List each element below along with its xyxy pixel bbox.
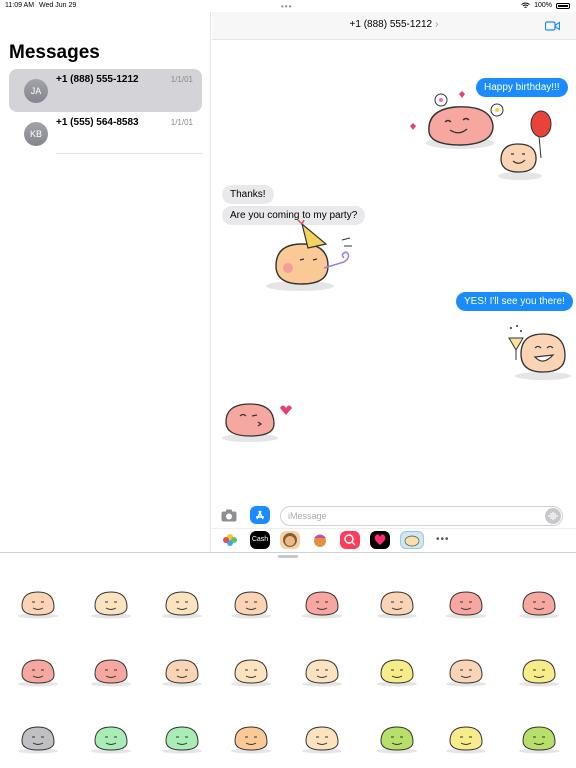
angel-sticker[interactable] [297,580,347,620]
tray-grabber-handle[interactable] [278,555,298,558]
idea-sticker[interactable] [297,715,347,755]
conversation-date: 1/1/01 [170,118,193,127]
question-sticker[interactable] [372,715,422,755]
wifi-icon [521,2,530,8]
conversation-item[interactable]: KB +1 (555) 564-8583 1/1/01 [9,112,202,155]
search-images-app-icon[interactable] [340,531,360,549]
sleeping-sticker[interactable] [13,715,63,755]
star-struck-sticker[interactable] [157,715,207,755]
memoji-app-icon[interactable] [280,531,300,549]
smiling-sticker[interactable] [157,580,207,620]
party-hat-sticker[interactable] [226,715,276,755]
audio-record-button[interactable] [545,508,561,524]
avatar: KB [24,122,48,146]
sick-green-sticker[interactable] [514,715,564,755]
content-sticker[interactable] [86,580,136,620]
yellow-smirk-sticker[interactable] [372,648,422,688]
status-date: Wed Jun 29 [39,2,77,9]
sidebar-title: Messages [9,42,100,63]
shocked-sticker[interactable] [297,648,347,688]
message-bubble[interactable]: YES! I'll see you there! [456,292,573,311]
apple-cash-app-icon[interactable]: Cash [250,531,270,549]
more-apps-button[interactable]: ••• [436,534,450,545]
app-store-button[interactable] [250,506,270,524]
sleepy-sticker[interactable] [226,580,276,620]
status-time: 11:09 AM [5,2,35,9]
app-store-icon [256,510,264,520]
wide-eyes-sticker[interactable] [441,648,491,688]
conversation-item[interactable]: JA +1 (888) 555-1212 1/1/01 [9,69,202,112]
message-bubble[interactable]: Thanks! [222,185,274,204]
love-hearts-sticker[interactable] [372,580,422,620]
avatar: JA [24,79,48,103]
conversation-name: +1 (555) 564-8583 [56,117,139,128]
camera-icon[interactable] [221,509,237,522]
photos-app-icon[interactable] [220,531,240,549]
conversation-sidebar: Messages JA +1 (888) 555-1212 1/1/01 KB … [0,12,211,552]
conversation-name: +1 (888) 555-1212 [56,74,139,85]
chat-title-text: +1 (888) 555-1212 [349,19,433,30]
chat-title[interactable]: +1 (888) 555-1212 › [212,19,576,30]
dizzy-green-sticker[interactable] [86,715,136,755]
pigtails-sticker[interactable] [226,648,276,688]
cheers-blob-sticker[interactable] [505,322,571,384]
chevron-right-icon: › [435,19,439,30]
divider [56,153,202,154]
kiss-blob-sticker[interactable] [220,398,300,446]
digital-touch-app-icon[interactable] [370,531,390,549]
worried-sticker[interactable] [441,715,491,755]
kiss-sticker[interactable] [13,648,63,688]
grimace-sticker[interactable] [514,648,564,688]
video-camera-icon[interactable] [545,21,560,31]
waveform-icon [548,512,558,520]
flowers-sticker[interactable] [441,580,491,620]
chat-header: +1 (888) 555-1212 › [212,12,576,40]
message-input[interactable]: iMessage [280,506,563,526]
battery-percent: 100% [534,2,552,9]
animoji-app-icon[interactable] [310,531,330,549]
birthday-blob-sticker[interactable] [405,88,560,183]
sticker-pack-app-icon[interactable] [400,531,424,549]
conversation-date: 1/1/01 [170,75,193,84]
heart-eyes-sticker[interactable] [514,580,564,620]
tongue-out-sticker[interactable] [157,648,207,688]
multitasking-handle[interactable]: ••• [281,2,292,11]
flirty-sticker[interactable] [86,648,136,688]
laughing-sticker[interactable] [13,580,63,620]
battery-icon [556,2,570,9]
party-hat-blob-sticker[interactable] [262,220,360,300]
